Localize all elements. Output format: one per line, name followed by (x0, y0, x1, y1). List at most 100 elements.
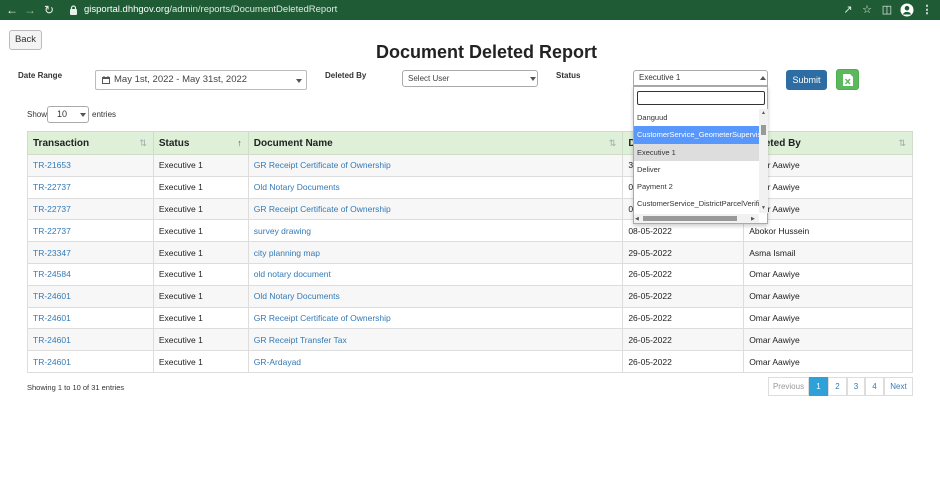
scroll-right-icon[interactable]: ▶ (751, 216, 755, 222)
transaction-link[interactable]: TR-24601 (33, 335, 71, 345)
status-dropdown-panel: Danguud CustomerService_GeometerSupervis… (633, 86, 768, 224)
pagination-previous[interactable]: Previous (768, 377, 809, 396)
bookmark-star-icon[interactable]: ☆ (860, 3, 874, 17)
entries-label: entries (92, 110, 117, 119)
date-cell: 26-05-2022 (622, 262, 745, 286)
document-link[interactable]: GR Receipt Certificate of Ownership (254, 204, 391, 214)
chevron-down-icon (296, 79, 302, 83)
table-row: TR-24601 Executive 1 GR Receipt Transfer… (27, 328, 913, 352)
column-header-transaction[interactable]: Transaction ⇅ (27, 131, 154, 155)
date-cell: 26-05-2022 (622, 350, 745, 373)
scroll-down-icon[interactable]: ▼ (761, 205, 766, 211)
status-option[interactable]: CustomerService_DistrictParcelVerificati… (634, 195, 759, 212)
date-cell: 29-05-2022 (622, 241, 745, 264)
reload-icon[interactable]: ↻ (42, 3, 56, 17)
pagination-next[interactable]: Next (884, 377, 913, 396)
submit-button[interactable]: Submit (786, 70, 827, 90)
date-range-label: Date Range (18, 71, 63, 80)
horizontal-scroll-thumb[interactable] (643, 216, 737, 221)
date-range-value: May 1st, 2022 - May 31st, 2022 (114, 74, 248, 85)
document-link[interactable]: Old Notary Documents (254, 291, 340, 301)
profile-avatar-icon[interactable] (900, 3, 914, 17)
more-menu-icon[interactable]: ⋮ (920, 3, 934, 17)
document-link[interactable]: old notary document (254, 269, 331, 279)
document-link[interactable]: GR Receipt Transfer Tax (254, 335, 347, 345)
forward-arrow-icon[interactable]: → (23, 3, 37, 17)
transaction-link[interactable]: TR-22737 (33, 204, 71, 214)
report-page: Back Document Deleted Report Date Range … (0, 20, 940, 486)
column-header-document-name[interactable]: Document Name ⇅ (247, 131, 624, 155)
address-bar[interactable]: gisportal.dhhgov.org/admin/reports/Docum… (84, 4, 337, 15)
status-value: Executive 1 (639, 73, 681, 82)
status-option-highlighted[interactable]: CustomerService_GeometerSupervisor (634, 126, 759, 144)
deleted-by-select[interactable]: Select User (402, 70, 538, 87)
column-header-deleted-by[interactable]: Deleted By ⇅ (743, 131, 913, 155)
status-cell: Executive 1 (152, 306, 249, 330)
pagination-page-2[interactable]: 2 (828, 377, 847, 396)
status-cell: Executive 1 (152, 197, 249, 221)
transaction-link[interactable]: TR-22737 (33, 226, 71, 236)
sort-icon: ⇅ (898, 138, 906, 148)
chevron-down-icon (530, 77, 536, 81)
deleted-by-cell: Omar Aawiye (743, 350, 913, 373)
pagination-page-3[interactable]: 3 (847, 377, 865, 396)
transaction-link[interactable]: TR-23347 (33, 248, 71, 258)
table-row: TR-21653 Executive 1 GR Receipt Certific… (27, 154, 913, 177)
document-link[interactable]: GR Receipt Certificate of Ownership (254, 160, 391, 170)
table-header-row: Transaction⇅ Status↑ Document Name⇅ Date… (27, 131, 913, 155)
transaction-link[interactable]: TR-24601 (33, 357, 71, 367)
status-option-selected[interactable]: Executive 1 (634, 143, 759, 161)
back-arrow-icon[interactable]: ← (5, 3, 19, 17)
document-link[interactable]: GR Receipt Certificate of Ownership (254, 313, 391, 323)
show-label: Show (27, 110, 48, 119)
sort-icon: ⇅ (608, 138, 617, 148)
vertical-scroll-thumb[interactable] (761, 125, 766, 135)
scroll-left-icon[interactable]: ◀ (635, 216, 639, 222)
page-title: Document Deleted Report (375, 42, 598, 62)
deleted-by-cell: Omar Aawiye (743, 284, 913, 308)
status-cell: Executive 1 (152, 350, 249, 373)
status-cell: Executive 1 (152, 219, 249, 243)
deleted-by-value: Select User (408, 74, 450, 83)
share-icon[interactable]: ↗ (841, 3, 855, 17)
status-cell: Executive 1 (152, 328, 249, 352)
column-header-status[interactable]: Status ↑ (152, 131, 249, 155)
calendar-icon (102, 76, 110, 84)
scroll-up-icon[interactable]: ▲ (761, 110, 766, 116)
transaction-link[interactable]: TR-24601 (33, 313, 71, 323)
status-select[interactable]: Executive 1 (633, 70, 768, 86)
table-row: TR-22737 Executive 1 survey drawing 08-0… (27, 219, 913, 243)
deleted-by-cell: Omar Aawiye (743, 262, 913, 286)
transaction-link[interactable]: TR-24601 (33, 291, 71, 301)
status-options-list: Danguud CustomerService_GeometerSupervis… (634, 109, 759, 213)
pagination-page-4[interactable]: 4 (865, 377, 884, 396)
entries-per-page-select[interactable]: 10 (47, 106, 89, 123)
document-link[interactable]: Old Notary Documents (254, 182, 340, 192)
date-cell: 26-05-2022 (622, 306, 745, 330)
horizontal-scrollbar[interactable]: ◀ ▶ (634, 214, 759, 223)
transaction-link[interactable]: TR-24584 (33, 269, 71, 279)
table-row: TR-22737 Executive 1 GR Receipt Certific… (27, 197, 913, 221)
pagination-page-1[interactable]: 1 (809, 377, 828, 396)
document-link[interactable]: GR-Ardayad (254, 357, 301, 367)
transaction-link[interactable]: TR-22737 (33, 182, 71, 192)
sidebar-icon[interactable]: ◫ (880, 3, 894, 17)
table-row: TR-24601 Executive 1 GR Receipt Certific… (27, 306, 913, 330)
transaction-link[interactable]: TR-21653 (33, 160, 71, 170)
vertical-scrollbar[interactable]: ▲ ▼ (759, 109, 768, 213)
deleted-by-cell: Omar Aawiye (743, 328, 913, 352)
sort-asc-icon: ↑ (237, 138, 242, 148)
status-option[interactable]: Danguud (634, 109, 759, 126)
status-search-input[interactable] (637, 91, 765, 105)
url-domain: gisportal.dhhgov.org (84, 4, 170, 15)
document-link[interactable]: city planning map (254, 248, 320, 258)
url-path: /admin/reports/DocumentDeletedReport (169, 4, 338, 15)
chevron-up-icon (760, 76, 766, 80)
status-option[interactable]: Payment 2 (634, 178, 759, 195)
document-link[interactable]: survey drawing (254, 226, 311, 236)
status-cell: Executive 1 (152, 241, 249, 264)
status-option[interactable]: Deliver (634, 161, 759, 178)
date-range-picker[interactable]: May 1st, 2022 - May 31st, 2022 (95, 70, 307, 90)
table-row: TR-24601 Executive 1 Old Notary Document… (27, 284, 913, 308)
export-excel-button[interactable] (836, 69, 859, 90)
